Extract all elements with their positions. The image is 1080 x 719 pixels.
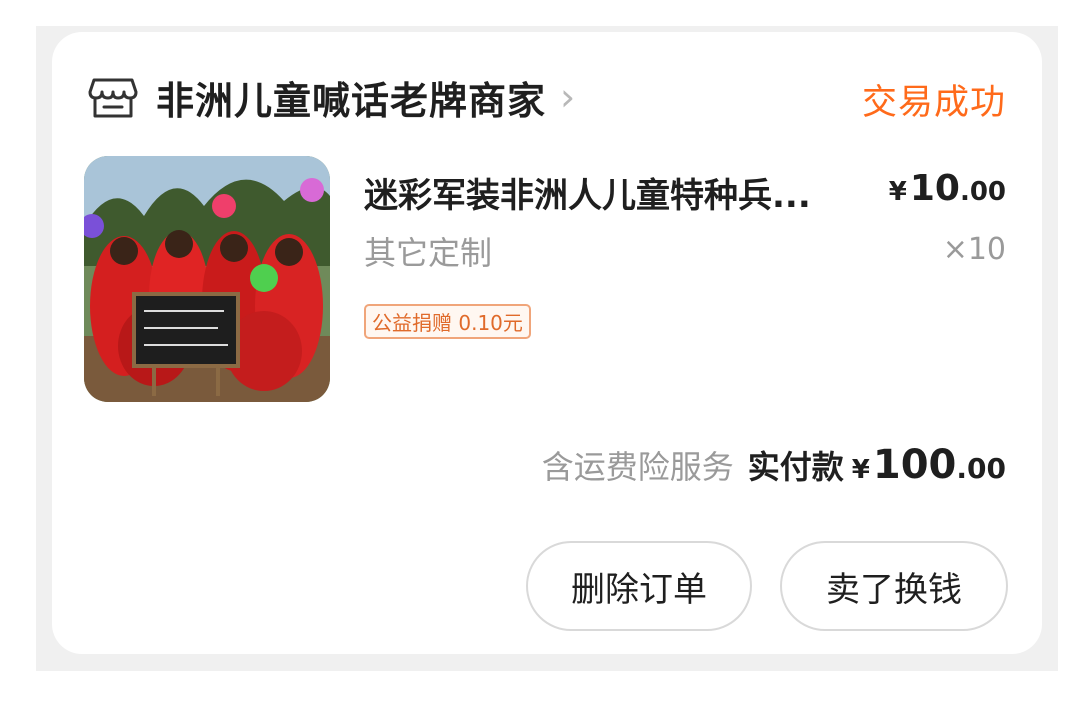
order-status: 交易成功 [861,83,1006,123]
chevron-right-icon[interactable]: › [560,78,575,116]
price-integer: 10 [909,168,960,209]
order-card: 非洲儿童喊话老牌商家 › 交易成功 迷彩军装非洲人儿童特种兵... ¥10.00… [52,32,1042,654]
shop-header[interactable]: 非洲儿童喊话老牌商家 › 交易成功 [88,66,1006,128]
total-integer: 100 [872,442,957,488]
store-icon [88,74,138,120]
total-decimal: .00 [956,452,1006,485]
order-total: 含运费险服务 实付款 ¥ 100 .00 [542,442,1006,488]
resell-button[interactable]: 卖了换钱 [780,541,1008,631]
item-price: ¥10.00 [889,168,1006,209]
shipping-insurance-note: 含运费险服务 [541,448,734,486]
delete-order-button[interactable]: 删除订单 [526,541,752,631]
product-image[interactable] [84,156,330,402]
price-decimal: .00 [959,177,1006,207]
price-symbol: ¥ [888,177,907,207]
shop-name[interactable]: 非洲儿童喊话老牌商家 [156,70,546,125]
product-title[interactable]: 迷彩军装非洲人儿童特种兵... [364,168,811,217]
product-spec: 其它定制 [364,234,493,272]
product-quantity: ×10 [942,232,1006,267]
charity-tag: 公益捐赠 0.10元 [364,304,531,339]
paid-amount-label: 实付款 [747,448,844,486]
total-symbol: ¥ [851,455,870,485]
